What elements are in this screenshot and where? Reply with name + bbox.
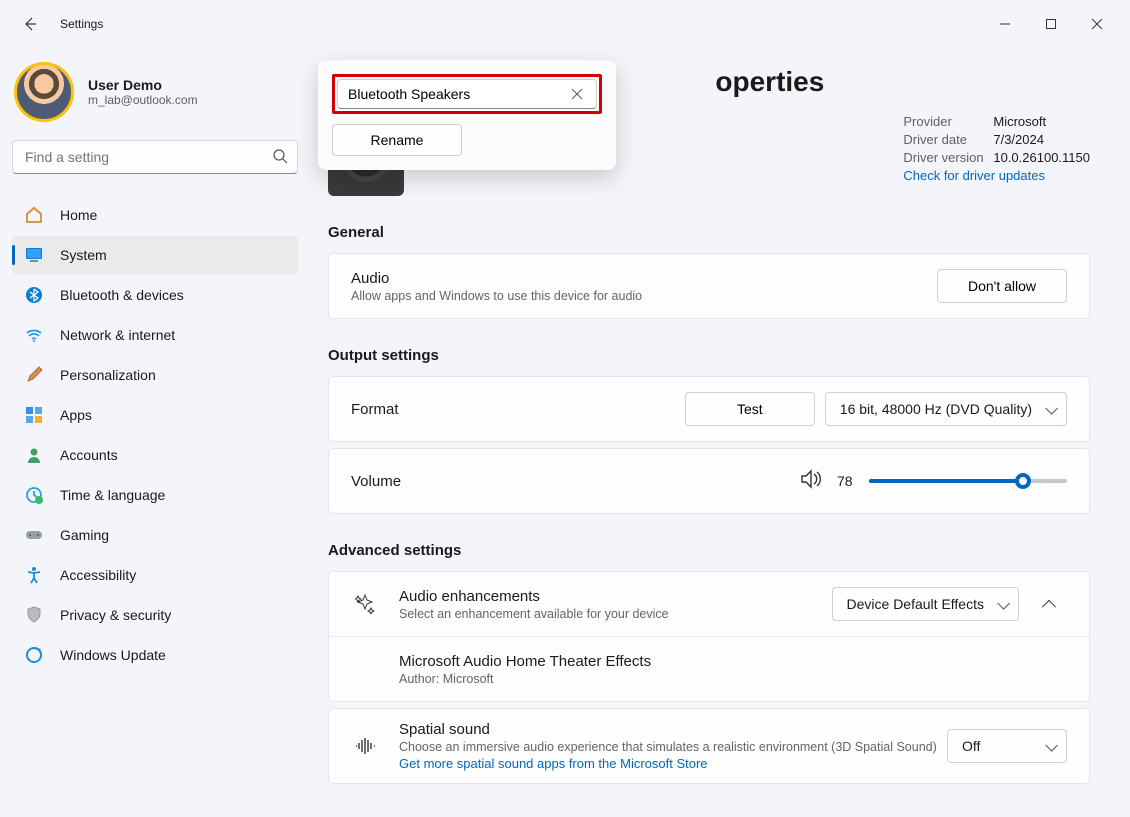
sidebar-item-home[interactable]: Home: [12, 196, 298, 234]
format-select[interactable]: 16 bit, 48000 Hz (DVD Quality): [825, 392, 1067, 426]
volume-slider[interactable]: [869, 479, 1067, 483]
sidebar-item-network[interactable]: Network & internet: [12, 316, 298, 354]
general-heading: General: [328, 224, 1090, 241]
test-button[interactable]: Test: [685, 392, 815, 426]
sidebar-item-label: Personalization: [60, 367, 156, 383]
output-heading: Output settings: [328, 347, 1090, 364]
sidebar-item-label: Privacy & security: [60, 607, 171, 623]
clock-icon: [24, 485, 44, 505]
check-updates-link[interactable]: Check for driver updates: [903, 168, 1090, 183]
enhancements-title: Audio enhancements: [399, 588, 832, 605]
rename-input[interactable]: [337, 79, 597, 109]
arrow-left-icon: [22, 16, 38, 32]
spatial-title: Spatial sound: [399, 721, 947, 738]
sidebar-item-accessibility[interactable]: Accessibility: [12, 556, 298, 594]
close-button[interactable]: [1074, 8, 1120, 40]
window-controls: [982, 8, 1120, 40]
driver-version-label: Driver version: [903, 150, 993, 165]
enhancements-sub: Select an enhancement available for your…: [399, 607, 832, 621]
driver-version-value: 10.0.26100.1150: [993, 150, 1090, 165]
profile-name: User Demo: [88, 77, 198, 93]
sidebar-item-system[interactable]: System: [12, 236, 298, 274]
sidebar-item-time[interactable]: Time & language: [12, 476, 298, 514]
sidebar-item-accounts[interactable]: Accounts: [12, 436, 298, 474]
volume-value: 78: [837, 473, 857, 489]
sidebar-item-update[interactable]: Windows Update: [12, 636, 298, 674]
audio-sub: Allow apps and Windows to use this devic…: [351, 289, 937, 303]
ms-effects-sub: Author: Microsoft: [399, 672, 1067, 686]
wifi-icon: [24, 325, 44, 345]
clear-input-button[interactable]: [571, 87, 585, 101]
maximize-icon: [1045, 18, 1057, 30]
avatar: [14, 62, 74, 122]
format-label: Format: [351, 401, 685, 418]
search-input[interactable]: [12, 140, 298, 174]
profile-email: m_lab@outlook.com: [88, 93, 198, 107]
enhancements-select[interactable]: Device Default Effects: [832, 587, 1019, 621]
gamepad-icon: [24, 525, 44, 545]
dont-allow-button[interactable]: Don't allow: [937, 269, 1067, 303]
sidebar-item-label: Accessibility: [60, 567, 136, 583]
rename-popover: Rename: [318, 60, 616, 170]
profile[interactable]: User Demo m_lab@outlook.com: [14, 62, 298, 122]
chevron-up-icon: [1042, 600, 1056, 614]
expand-button[interactable]: [1031, 586, 1067, 622]
provider-label: Provider: [903, 114, 993, 129]
search-wrap: [12, 140, 298, 174]
sidebar-item-label: Network & internet: [60, 327, 175, 343]
search-icon: [272, 148, 288, 169]
window-title: Settings: [60, 17, 103, 31]
sidebar-item-bluetooth[interactable]: Bluetooth & devices: [12, 276, 298, 314]
spatial-select[interactable]: Off: [947, 729, 1067, 763]
ms-effects-title: Microsoft Audio Home Theater Effects: [399, 653, 1067, 670]
accessibility-icon: [24, 565, 44, 585]
slider-thumb[interactable]: [1015, 473, 1031, 489]
spatial-sub: Choose an immersive audio experience tha…: [399, 740, 947, 754]
volume-label: Volume: [351, 473, 801, 490]
sidebar-item-privacy[interactable]: Privacy & security: [12, 596, 298, 634]
sparkle-icon: [351, 594, 379, 614]
minimize-button[interactable]: [982, 8, 1028, 40]
system-icon: [24, 245, 44, 265]
driver-date-label: Driver date: [903, 132, 993, 147]
driver-info: ProviderMicrosoft Driver date7/3/2024 Dr…: [903, 114, 1090, 183]
speaker-icon[interactable]: [801, 469, 823, 494]
spatial-store-link[interactable]: Get more spatial sound apps from the Mic…: [399, 756, 947, 771]
sidebar-item-label: Apps: [60, 407, 92, 423]
brush-icon: [24, 365, 44, 385]
person-icon: [24, 445, 44, 465]
apps-icon: [24, 405, 44, 425]
advanced-heading: Advanced settings: [328, 542, 1090, 559]
sidebar-item-label: Bluetooth & devices: [60, 287, 184, 303]
close-icon: [1091, 18, 1103, 30]
sidebar-item-label: Home: [60, 207, 97, 223]
sidebar-item-label: Time & language: [60, 487, 165, 503]
maximize-button[interactable]: [1028, 8, 1074, 40]
shield-icon: [24, 605, 44, 625]
bluetooth-icon: [24, 285, 44, 305]
driver-date-value: 7/3/2024: [993, 132, 1044, 147]
back-button[interactable]: [10, 8, 50, 40]
rename-button[interactable]: Rename: [332, 124, 462, 156]
sidebar-item-personalization[interactable]: Personalization: [12, 356, 298, 394]
sidebar-item-label: System: [60, 247, 107, 263]
sidebar-item-apps[interactable]: Apps: [12, 396, 298, 434]
sidebar-item-label: Gaming: [60, 527, 109, 543]
home-icon: [24, 205, 44, 225]
titlebar: Settings: [0, 0, 1130, 48]
update-icon: [24, 645, 44, 665]
audio-title: Audio: [351, 270, 937, 287]
sidebar-item-gaming[interactable]: Gaming: [12, 516, 298, 554]
soundwave-icon: [351, 737, 379, 755]
sidebar-item-label: Windows Update: [60, 647, 166, 663]
provider-value: Microsoft: [993, 114, 1046, 129]
minimize-icon: [999, 18, 1011, 30]
sidebar: User Demo m_lab@outlook.com Home System …: [0, 48, 310, 817]
sidebar-item-label: Accounts: [60, 447, 118, 463]
